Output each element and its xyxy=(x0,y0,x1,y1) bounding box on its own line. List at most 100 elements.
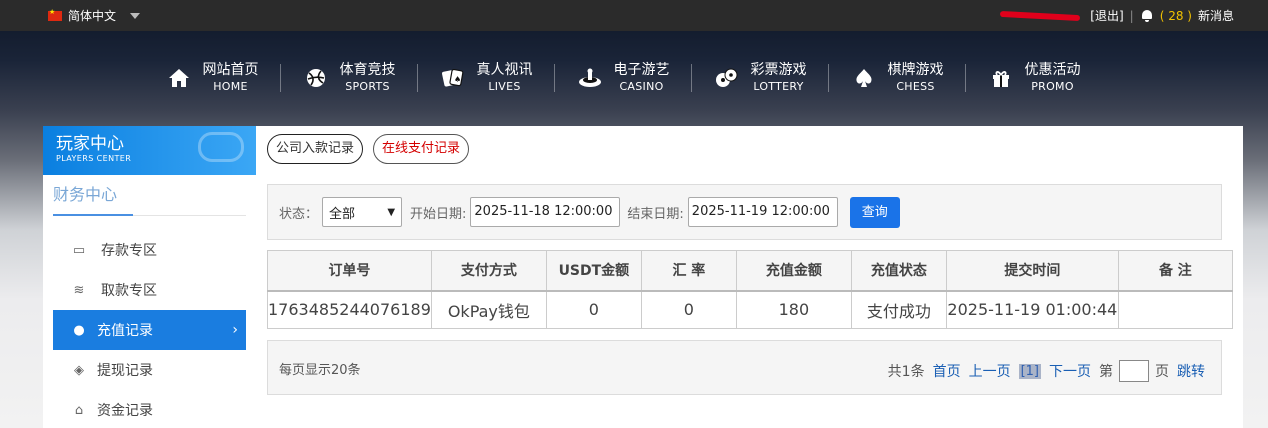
sidebar-item-fund-records[interactable]: ⌂ 资金记录 xyxy=(53,390,246,428)
col-order-no: 订单号 xyxy=(267,250,432,292)
cards-icon: ♠ xyxy=(439,64,467,92)
players-center-header: 玩家中心 PLAYERS CENTER xyxy=(43,126,256,175)
nav-label-cn: 棋牌游戏 xyxy=(887,62,944,79)
nav-sports[interactable]: 体育竞技 SPORTS xyxy=(280,50,417,106)
sidebar-item-deposit[interactable]: ▭ 存款专区 xyxy=(53,230,246,270)
nav-label-en: SPORTS xyxy=(345,80,390,94)
nav-label-cn: 体育竞技 xyxy=(339,62,396,79)
divider: | xyxy=(1129,8,1134,23)
nav-label-en: PROMO xyxy=(1031,80,1074,94)
nav-lottery[interactable]: 彩票游戏 LOTTERY xyxy=(691,50,828,106)
nav-label-en: CHESS xyxy=(896,80,935,94)
query-button[interactable]: 查询 xyxy=(849,196,900,228)
sidebar-item-label: 充值记录 xyxy=(97,323,153,339)
nav-label-en: CASINO xyxy=(619,80,664,94)
jump-link[interactable]: 跳转 xyxy=(1177,361,1205,381)
end-date-label: 结束日期: xyxy=(627,206,684,222)
cell-payment-method: OkPay钱包 xyxy=(430,290,547,329)
main-panel: 公司入款记录 在线支付记录 状态： 全部 ▼ 开始日期: 2025-11-18 … xyxy=(256,126,1243,428)
pagination-bar: 每页显示20条 共1条 首页 上一页 [1] 下一页 第 页 跳转 xyxy=(267,340,1222,395)
svg-text:♠: ♠ xyxy=(454,75,461,84)
logout-link[interactable]: [退出] xyxy=(1090,7,1123,24)
language-selector[interactable]: 简体中文 xyxy=(48,7,141,24)
status-label: 状态： xyxy=(279,206,319,222)
status-select[interactable]: 全部 ▼ xyxy=(322,197,403,227)
cell-rate: 0 xyxy=(640,290,737,329)
sidebar-item-label: 提现记录 xyxy=(97,363,153,379)
sidebar-item-withdrawal-records[interactable]: ◈ 提现记录 xyxy=(53,350,246,390)
pagination-nav: 共1条 首页 上一页 [1] 下一页 第 页 跳转 xyxy=(888,360,1205,382)
prev-page-link[interactable]: 上一页 xyxy=(969,361,1011,381)
card-icon: ▭ xyxy=(72,242,86,258)
sidebar-item-label: 资金记录 xyxy=(97,403,153,419)
chevron-right-icon: › xyxy=(232,322,238,338)
nav-promo[interactable]: 优惠活动 PROMO xyxy=(965,50,1102,106)
nav-label-en: HOME xyxy=(213,80,248,94)
nav-label-cn: 优惠活动 xyxy=(1024,62,1081,79)
language-label: 简体中文 xyxy=(68,9,117,23)
new-message-link[interactable]: 新消息 xyxy=(1198,7,1234,24)
page-number-input[interactable] xyxy=(1119,360,1149,382)
per-page-text: 每页显示20条 xyxy=(279,363,361,378)
filter-bar: 状态： 全部 ▼ 开始日期: 2025-11-18 12:00:00 结束日期:… xyxy=(267,184,1222,240)
cell-usdt-amount: 0 xyxy=(545,290,642,329)
gamepad-icon xyxy=(198,132,244,162)
chevron-down-icon: ▼ xyxy=(387,206,396,218)
bank-icon: ⌂ xyxy=(74,402,84,418)
main-nav: 网站首页 HOME 体育竞技 SPORTS ♠ 真人视讯 LIVES 电子游艺 CASI… xyxy=(143,50,1102,110)
start-date-input[interactable]: 2025-11-18 12:00:00 xyxy=(470,197,621,227)
col-recharge-status: 充值状态 xyxy=(850,250,947,292)
record-tabs: 公司入款记录 在线支付记录 xyxy=(267,134,470,164)
bell-icon[interactable] xyxy=(1140,9,1154,23)
tab-company-deposit[interactable]: 公司入款记录 xyxy=(267,134,364,164)
section-title: 财务中心 xyxy=(53,184,246,216)
top-bar: 简体中文 [退出] | ( 28 ) 新消息 xyxy=(0,0,1268,31)
current-page: [1] xyxy=(1018,363,1041,379)
col-recharge-amount: 充值金额 xyxy=(735,250,852,292)
message-count[interactable]: ( 28 ) xyxy=(1160,9,1192,23)
next-page-link[interactable]: 下一页 xyxy=(1049,361,1091,381)
cell-recharge-amount: 180 xyxy=(735,290,852,329)
sidebar-item-recharge-records[interactable]: ● 充值记录 › xyxy=(53,310,246,350)
nav-home[interactable]: 网站首页 HOME xyxy=(143,50,280,106)
home-icon xyxy=(165,64,193,92)
hand-coin-icon: ◈ xyxy=(74,362,84,378)
ball-icon xyxy=(302,64,330,92)
first-page-link[interactable]: 首页 xyxy=(933,361,961,381)
nav-label-en: LOTTERY xyxy=(753,80,804,94)
gift-icon xyxy=(987,64,1015,92)
chevron-down-icon xyxy=(130,12,141,19)
tab-online-payment[interactable]: 在线支付记录 xyxy=(373,134,470,164)
col-payment-method: 支付方式 xyxy=(430,250,547,292)
cell-remarks xyxy=(1117,290,1233,329)
cell-order-no: 1763485244076189 xyxy=(267,290,432,329)
sidebar-item-label: 存款专区 xyxy=(101,243,157,259)
table-row: 1763485244076189 OkPay钱包 0 0 180 支付成功 20… xyxy=(267,290,1233,329)
col-submit-time: 提交时间 xyxy=(945,250,1119,292)
nav-chess[interactable]: 棋牌游戏 CHESS xyxy=(828,50,965,106)
nav-label-en: LIVES xyxy=(488,80,521,94)
redacted-username xyxy=(1000,10,1081,21)
sidebar-item-withdraw[interactable]: ≋ 取款专区 xyxy=(53,270,246,310)
nav-label-cn: 电子游艺 xyxy=(613,62,670,79)
sidebar-item-label: 取款专区 xyxy=(101,283,157,299)
page-prefix: 第 xyxy=(1099,364,1113,380)
china-flag-icon xyxy=(48,8,62,21)
cell-recharge-status: 支付成功 xyxy=(850,290,947,329)
spade-icon xyxy=(850,64,878,92)
nav-label-cn: 彩票游戏 xyxy=(750,62,807,79)
records-table: 订单号 支付方式 USDT金额 汇 率 充值金额 充值状态 提交时间 备 注 1… xyxy=(267,250,1233,329)
cell-submit-time: 2025-11-19 01:00:44 xyxy=(945,290,1119,329)
nav-label-cn: 真人视讯 xyxy=(476,62,533,79)
user-zone: [退出] | ( 28 ) 新消息 xyxy=(1000,7,1234,24)
money-bag-icon: ● xyxy=(73,322,85,338)
nav-lives[interactable]: ♠ 真人视讯 LIVES xyxy=(417,50,554,106)
nav-casino[interactable]: 电子游艺 CASINO xyxy=(554,50,691,106)
slot-icon xyxy=(576,64,604,92)
end-date-input[interactable]: 2025-11-19 12:00:00 xyxy=(687,197,838,227)
lottery-balls-icon xyxy=(713,64,741,92)
page-suffix: 页 xyxy=(1155,364,1169,380)
col-usdt-amount: USDT金额 xyxy=(545,250,642,292)
nav-label-cn: 网站首页 xyxy=(202,62,259,79)
total-count: 共1条 xyxy=(887,364,925,380)
